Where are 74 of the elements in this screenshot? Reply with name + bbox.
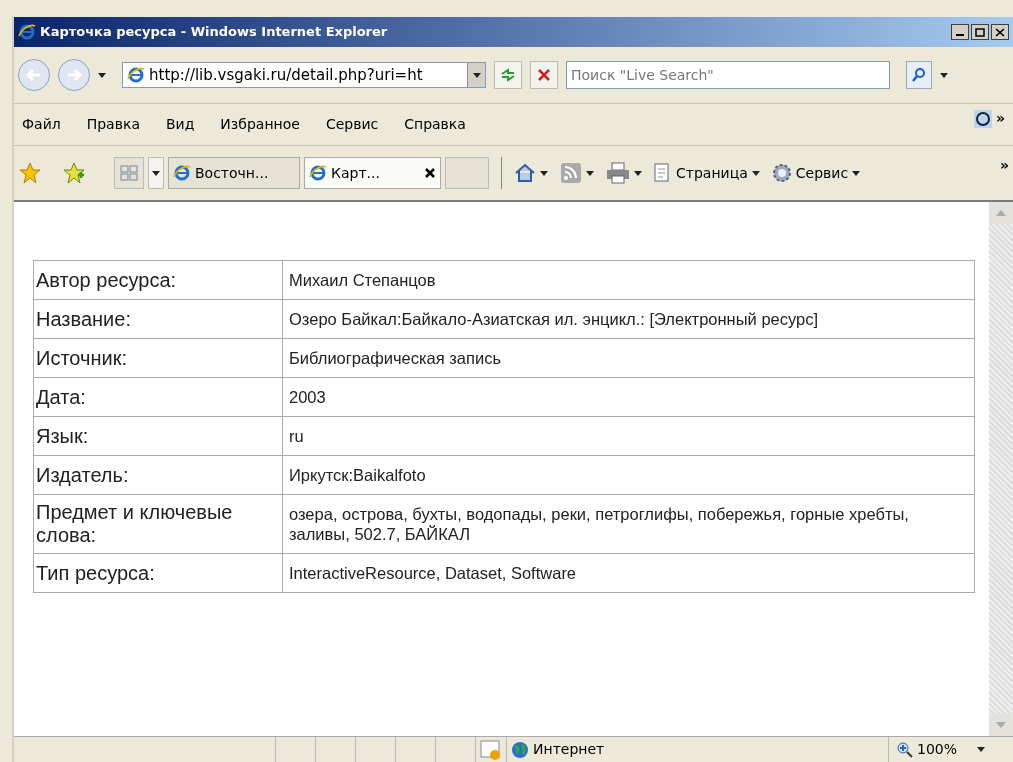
search-button[interactable] xyxy=(906,61,932,89)
field-value: Михаил Степанцов xyxy=(282,260,975,300)
field-label: Название: xyxy=(33,299,283,339)
zoom-caret-icon xyxy=(977,747,985,752)
zoom-button[interactable]: 100% xyxy=(887,737,993,762)
gear-icon xyxy=(771,163,792,183)
browser-tab[interactable]: Карт... xyxy=(304,157,441,189)
printer-icon[interactable] xyxy=(606,162,630,184)
menu-item[interactable]: Правка xyxy=(86,114,140,135)
tab-list-button[interactable] xyxy=(148,157,164,189)
more-toolbar-chevron[interactable]: » xyxy=(999,154,1009,176)
menu-item[interactable]: Справка xyxy=(404,114,466,135)
menu-item[interactable]: Файл xyxy=(22,114,61,135)
menu-item[interactable]: Вид xyxy=(165,114,195,135)
minimize-button[interactable] xyxy=(951,24,969,40)
maximize-icon xyxy=(975,27,985,37)
window-title: Карточка ресурса - Windows Internet Explorer xyxy=(40,23,388,42)
field-value: озера, острова, бухты, водопады, реки, петроглифы, побережья, горные хребты, заливы, 502.7, БАЙКАЛ xyxy=(282,494,975,554)
search-field[interactable]: Поиск "Live Search" xyxy=(566,61,890,89)
address-field[interactable]: http://lib.vsgaki.ru/detail.php?uri=ht xyxy=(122,62,486,88)
close-button[interactable] xyxy=(991,24,1009,40)
add-favorite-icon[interactable] xyxy=(62,161,86,185)
close-icon xyxy=(995,27,1005,37)
caret-icon xyxy=(751,170,760,176)
home-icon[interactable] xyxy=(514,162,536,184)
caret-icon xyxy=(540,170,548,176)
refresh-icon[interactable] xyxy=(494,61,522,89)
toolbar-addon-icon[interactable] xyxy=(973,109,992,128)
caret-icon xyxy=(472,72,481,78)
browser-tab[interactable]: Восточн... xyxy=(168,157,300,189)
grid-icon xyxy=(120,165,138,181)
field-value: Озеро Байкал:Байкало-Азиатская ил. энцикл.: [Электронный ресурс] xyxy=(282,299,975,339)
field-value: Библиографическая запись xyxy=(282,338,975,378)
field-label: Автор ресурса: xyxy=(33,260,283,300)
field-label: Предмет и ключевые слова: xyxy=(33,494,283,554)
caret-icon xyxy=(852,170,861,176)
menu-item[interactable]: Избранное xyxy=(220,114,300,135)
field-label: Язык: xyxy=(33,416,283,456)
security-zone-text: Интернет xyxy=(533,740,605,759)
zoom-icon xyxy=(896,741,913,758)
history-caret-icon xyxy=(98,72,106,78)
protected-mode-icon xyxy=(480,739,502,760)
vertical-scrollbar[interactable] xyxy=(989,202,1013,736)
minimize-icon xyxy=(956,34,964,36)
globe-icon xyxy=(511,740,529,759)
scroll-down-icon[interactable] xyxy=(989,714,1013,736)
scroll-up-icon[interactable] xyxy=(989,202,1013,224)
field-value: InteractiveResource, Dataset, Software xyxy=(282,553,975,593)
page-icon xyxy=(654,163,672,183)
ie-logo-icon xyxy=(309,164,327,182)
search-icon xyxy=(912,68,926,82)
ie-logo-icon xyxy=(127,66,145,84)
field-label: Тип ресурса: xyxy=(33,553,283,593)
caret-icon xyxy=(152,170,160,176)
field-label: Издатель: xyxy=(33,455,283,495)
favorites-star-icon[interactable] xyxy=(18,161,42,185)
stop-icon[interactable] xyxy=(530,61,558,89)
field-value: ru xyxy=(282,416,975,456)
ie-logo-icon xyxy=(18,23,36,41)
field-label: Источник: xyxy=(33,338,283,378)
menu-item[interactable]: Сервис xyxy=(325,114,379,135)
tools-menu-button[interactable]: Сервис xyxy=(771,162,861,184)
field-value: Иркутск:Baikalfoto xyxy=(282,455,975,495)
maximize-button[interactable] xyxy=(971,24,989,40)
field-value: 2003 xyxy=(282,377,975,417)
field-label: Дата: xyxy=(33,377,283,417)
close-tab-icon[interactable] xyxy=(424,167,436,179)
search-options-caret-icon xyxy=(940,72,948,78)
ie-logo-icon xyxy=(173,164,191,182)
more-menu-chevron[interactable]: » xyxy=(995,108,1005,129)
caret-icon xyxy=(586,170,594,176)
page-menu-button[interactable]: Страница xyxy=(654,162,760,184)
caret-icon xyxy=(634,170,642,176)
feeds-icon[interactable] xyxy=(560,162,582,184)
